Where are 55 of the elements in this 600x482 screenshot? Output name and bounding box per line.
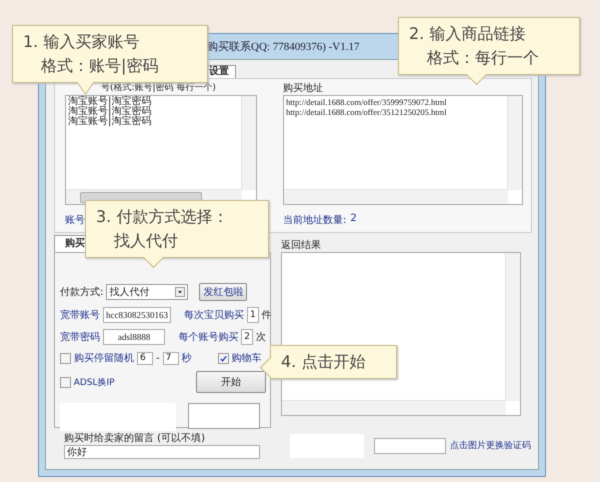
vertical-scrollbar[interactable] <box>507 96 522 190</box>
horizontal-scrollbar[interactable] <box>282 400 506 415</box>
account-line: 淘宝账号|淘宝密码 <box>68 97 152 107</box>
quantity-field[interactable]: 1 <box>247 307 259 323</box>
quantity-field[interactable]: 2 <box>241 329 253 345</box>
start-button[interactable]: 开始 <box>196 371 266 393</box>
callout-text: 3. 付款方式选择： <box>96 206 230 228</box>
horizontal-scrollbar[interactable] <box>284 189 508 204</box>
number-field[interactable]: 7 <box>162 352 179 364</box>
checkbox[interactable] <box>218 352 229 364</box>
checkbox-label: ADSL换IP <box>74 376 115 388</box>
message-field[interactable]: 你好 <box>64 445 260 459</box>
captcha-field[interactable] <box>374 438 446 454</box>
url-count-label: 当前地址数量: <box>283 214 346 227</box>
urls-label: 购买地址 <box>283 82 323 95</box>
text-field[interactable]: adsl8888 <box>103 329 166 345</box>
range-separator: - <box>156 352 160 364</box>
vertical-scrollbar[interactable] <box>241 96 256 190</box>
url-count: 2 <box>350 213 357 224</box>
accounts-label: 号(格式:账号|密码 每行一个) <box>101 82 216 95</box>
accounts-count-label: 账号 <box>65 214 85 227</box>
payment-dropdown[interactable]: 找人代付 <box>106 284 188 300</box>
results-label: 返回结果 <box>281 239 321 252</box>
window-title: 购买联系QQ: 778409376) -V1.17 <box>207 40 360 54</box>
account-line: 淘宝账号|淘宝密码 <box>68 117 152 127</box>
unit-label: 件 <box>262 309 272 322</box>
checkbox-label: 购物车 <box>232 352 262 365</box>
checkbox[interactable] <box>60 376 71 388</box>
checkbox[interactable] <box>60 352 71 364</box>
field-label: 宽带密码 <box>60 330 100 344</box>
payment-label: 付款方式: <box>60 286 104 299</box>
unit-label: 秒 <box>182 352 192 365</box>
quantity-label: 每个账号购买 <box>178 330 238 344</box>
callout-text: 格式：账号|密码 <box>40 55 160 77</box>
url-line: http://detail.1688.com/offer/35121250205.html <box>286 107 448 117</box>
unit-label: 次 <box>256 331 266 344</box>
number-field[interactable]: 6 <box>137 352 153 364</box>
callout-text: 1. 输入买家账号 <box>23 31 140 53</box>
callout-text: 格式：每行一个 <box>426 47 540 69</box>
message-label: 购买时给卖家的留言 (可以不填) <box>64 432 205 445</box>
account-line: 淘宝账号|淘宝密码 <box>68 107 152 117</box>
accounts-textarea[interactable]: 淘宝账号|淘宝密码 淘宝账号|淘宝密码 淘宝账号|淘宝密码 <box>65 95 257 205</box>
urls-textarea[interactable]: http://detail.1688.com/offer/35999759072.html http://detail.1688.com/offer/35121250205.html <box>283 95 523 205</box>
results-textarea[interactable] <box>281 252 521 416</box>
callout-text: 2. 输入商品链接 <box>409 23 526 45</box>
callout-text: 找人代付 <box>113 230 179 252</box>
send-packet-button[interactable]: 发红包啦 <box>199 283 248 301</box>
checkbox-label: 购买停留随机 <box>74 352 134 365</box>
refresh-captcha-link[interactable]: 点击图片更换验证码 <box>450 439 531 452</box>
callout-text: 4. 点击开始 <box>281 351 366 373</box>
text-field[interactable]: hcc83082530163 <box>103 307 171 323</box>
field-label: 宽带账号 <box>60 308 100 322</box>
vertical-scrollbar[interactable] <box>505 253 520 401</box>
url-line: http://detail.1688.com/offer/35999759072.html <box>286 97 448 107</box>
quantity-label: 每次宝贝购买 <box>184 308 244 322</box>
